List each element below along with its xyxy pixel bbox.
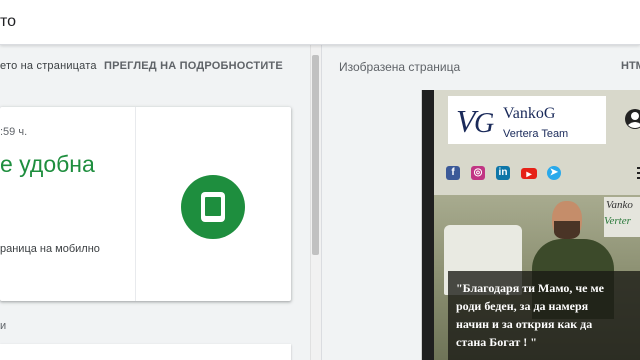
top-bar: то [0,0,640,45]
hero-image: Vanko Verter "Благодаря ти Мамо, че ме р… [434,195,640,360]
svg-text:G: G [474,108,494,138]
phone-frame-edge [422,90,434,360]
tab-html[interactable]: HTM [621,60,640,72]
youtube-icon[interactable]: ▸ [521,168,537,180]
result-headline: е удобна [0,151,95,177]
secondary-card [0,344,291,360]
rendered-page-label: Изобразена страница [339,60,461,74]
vg-logo-mark: V G [456,103,494,138]
banner-text-vertera: Verter [604,215,631,227]
instagram-icon[interactable]: ◎ [471,166,485,180]
tabs-bar: ето на страницата ПРЕГЛЕД НА ПОДРОБНОСТИ… [0,45,310,89]
rendered-page-pane: Изобразена страница HTM V G VankoG Verte… [321,45,640,360]
result-card: :59 ч. е удобна раница на мобилно [0,107,291,301]
logo-name: VankoG [503,105,556,122]
quote-box: "Благодаря ти Мамо, че ме роди беден, за… [448,271,640,360]
card-divider [135,107,136,301]
result-description: раница на мобилно [0,243,100,255]
person-beard [554,221,580,239]
results-pane: ето на страницата ПРЕГЛЕД НА ПОДРОБНОСТИ… [0,45,321,360]
page-url-title: то [0,13,17,30]
test-time: :59 ч. [0,126,28,138]
smartphone-icon [181,175,245,239]
logo-subtitle: Vertera Team [503,128,569,140]
telegram-icon[interactable]: ➤ [547,166,561,180]
quote-text: "Благодаря ти Мамо, че ме роди беден, за… [456,281,604,349]
user-account-icon [625,109,640,129]
social-icons-row: f ◎ in ▸ ➤ [434,155,640,195]
facebook-icon[interactable]: f [446,166,460,180]
scrollbar-thumb[interactable] [312,55,319,255]
tab-page-test[interactable]: ето на страницата [0,60,97,72]
site-logo: V G VankoG Vertera Team [448,96,606,144]
linkedin-icon[interactable]: in [496,166,510,180]
mobile-screenshot: V G VankoG Vertera Team f ◎ in ▸ ➤ Vanko… [421,90,640,360]
site-header: V G VankoG Vertera Team [434,90,640,155]
section-label: и [0,320,7,332]
banner-text-vanko: Vanko [606,199,633,211]
tab-view-details[interactable]: ПРЕГЛЕД НА ПОДРОБНОСТИТЕ [104,60,283,72]
